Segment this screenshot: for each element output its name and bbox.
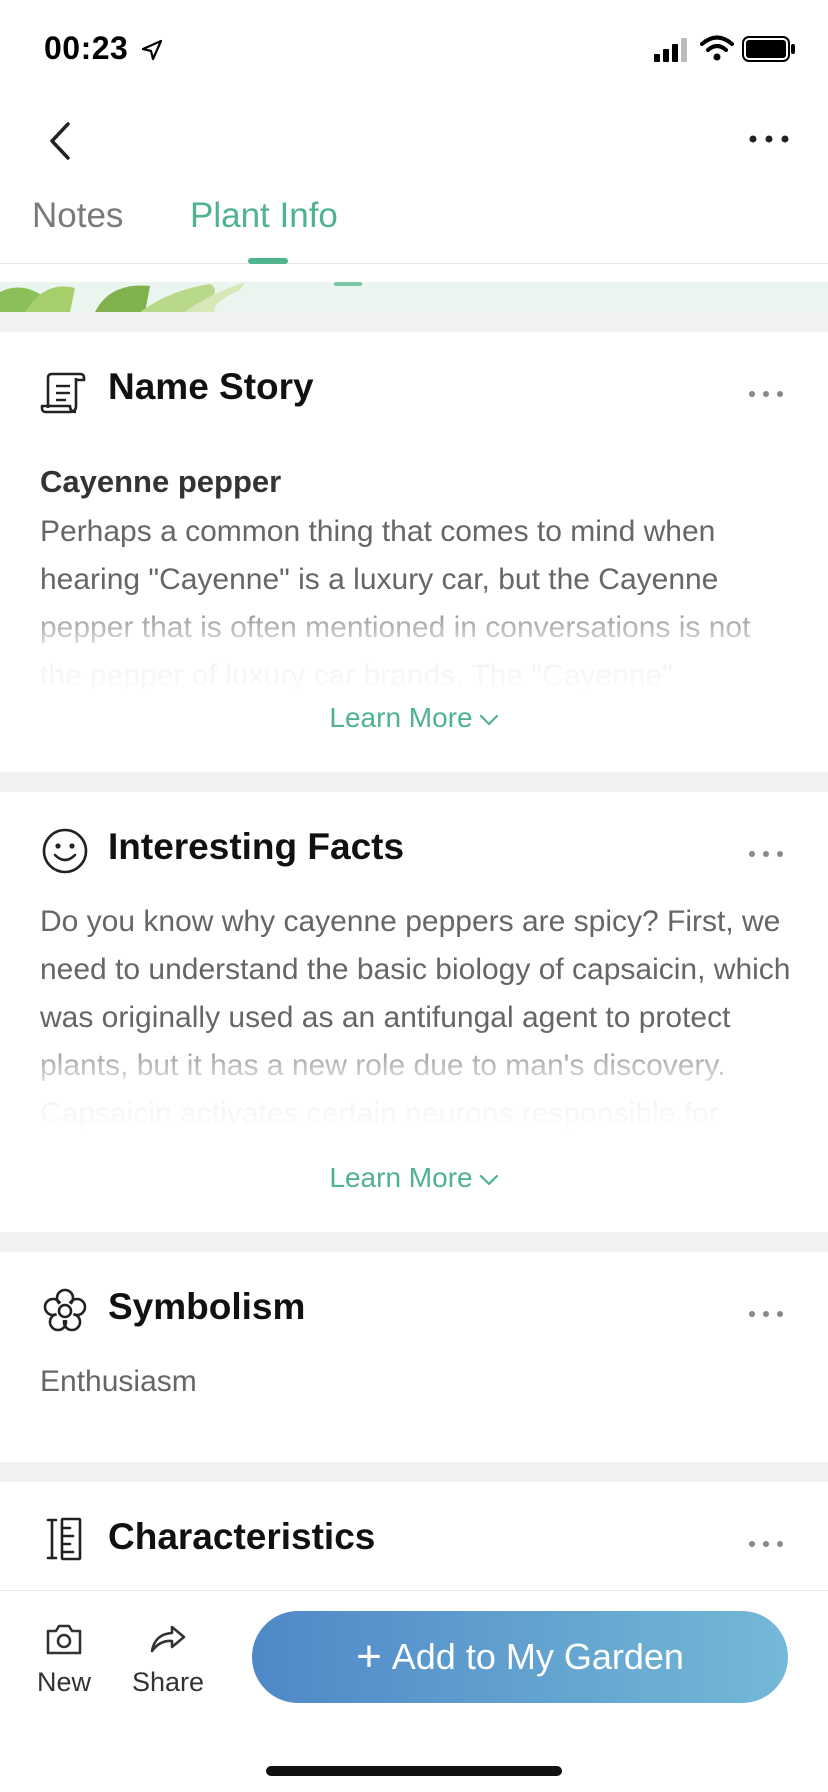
- add-to-garden-button[interactable]: + Add to My Garden: [252, 1611, 788, 1703]
- share-arrow-icon: [150, 1625, 186, 1653]
- add-to-garden-label: Add to My Garden: [391, 1636, 684, 1677]
- share-button[interactable]: Share: [118, 1621, 218, 1698]
- interesting-facts-section: Interesting Facts Do you know why cayenn…: [0, 792, 828, 1232]
- home-indicator: [266, 1766, 562, 1776]
- text-fade-overlay: [0, 1028, 828, 1138]
- location-arrow-icon: [141, 39, 163, 61]
- section-divider: [0, 1462, 828, 1482]
- characteristics-title: Characteristics: [108, 1516, 376, 1557]
- chevron-down-icon: [479, 1174, 498, 1185]
- bottom-action-bar: New Share + Add to My Garden: [0, 1590, 828, 1792]
- battery-icon: [742, 36, 795, 62]
- plant-common-name: Cayenne pepper: [40, 464, 282, 499]
- new-button[interactable]: New: [14, 1621, 114, 1698]
- leaf-decoration-icon: [0, 282, 362, 312]
- section-more-icon[interactable]: [746, 1308, 786, 1320]
- symbolism-text: Enthusiasm: [40, 1365, 197, 1398]
- camera-icon: [46, 1624, 82, 1655]
- section-more-icon[interactable]: [746, 1538, 786, 1550]
- more-options-icon[interactable]: [744, 124, 794, 154]
- flower-icon: [43, 1288, 87, 1332]
- status-bar: 00:23: [0, 0, 828, 100]
- interesting-facts-learn-more[interactable]: Learn More: [0, 1162, 828, 1194]
- section-divider: [0, 1232, 828, 1252]
- wifi-icon: [700, 35, 734, 61]
- scroll-icon: [40, 372, 86, 414]
- learn-more-label: Learn More: [329, 1162, 473, 1193]
- status-time: 00:23: [44, 30, 129, 66]
- name-story-title: Name Story: [108, 366, 314, 407]
- tab-bar: Notes Plant Info: [0, 186, 828, 264]
- characteristics-section: Characteristics: [0, 1482, 828, 1592]
- learn-more-label: Learn More: [329, 702, 473, 733]
- chevron-down-icon: [479, 714, 498, 725]
- cellular-signal-icon: [654, 38, 687, 62]
- section-divider: [0, 312, 828, 332]
- section-more-icon[interactable]: [746, 848, 786, 860]
- section-more-icon[interactable]: [746, 388, 786, 400]
- name-story-learn-more[interactable]: Learn More: [0, 702, 828, 734]
- new-label: New: [36, 1667, 91, 1697]
- plus-icon: +: [356, 1632, 382, 1681]
- tab-notes[interactable]: Notes: [32, 196, 123, 236]
- symbolism-title: Symbolism: [108, 1286, 306, 1327]
- interesting-facts-title: Interesting Facts: [108, 826, 405, 867]
- back-chevron-icon[interactable]: [40, 118, 80, 164]
- smile-icon: [42, 828, 88, 874]
- ruler-icon: [46, 1517, 82, 1561]
- name-story-section: Name Story Cayenne pepper Perhaps a comm…: [0, 332, 828, 772]
- section-divider: [0, 772, 828, 792]
- tab-plant-info[interactable]: Plant Info: [190, 196, 338, 236]
- symbolism-section: Symbolism Enthusiasm: [0, 1252, 828, 1462]
- text-fade-overlay: [0, 592, 828, 702]
- share-label: Share: [131, 1667, 205, 1697]
- plant-photo-banner: [0, 282, 828, 312]
- active-tab-indicator: [248, 258, 288, 264]
